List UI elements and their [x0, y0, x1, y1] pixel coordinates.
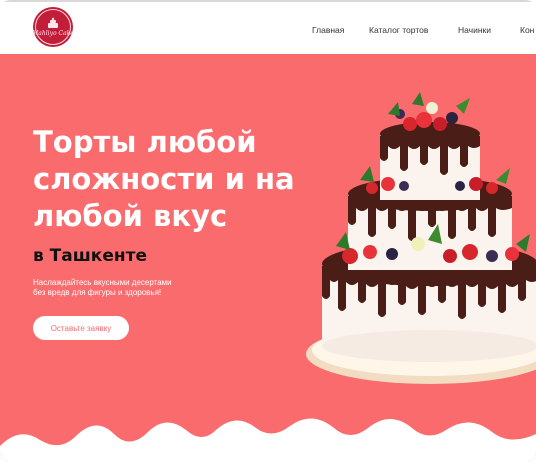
- hero-description-line: без вредв для фигуры и здоровья!: [33, 288, 162, 297]
- hero-description-line: Наслаждайтесь вкусными десертами: [33, 278, 172, 287]
- hero-subtitle: в Ташкенте: [33, 246, 147, 266]
- hero-title: Торты любой сложности и на любой вкус: [33, 124, 333, 235]
- wave-divider: [0, 418, 536, 462]
- site-header: Mahliyo Cake Главная Каталог тортов Начи…: [0, 0, 536, 54]
- nav-item-home[interactable]: Главная: [312, 25, 344, 35]
- request-button[interactable]: Оставьте заявку: [33, 316, 129, 340]
- hero-title-line: любой вкус: [33, 199, 228, 233]
- page-frame: Mahliyo Cake Главная Каталог тортов Начи…: [0, 0, 536, 462]
- hero-title-line: Торты любой: [33, 125, 257, 159]
- cake-image: [306, 92, 536, 384]
- browser-top-edge: [0, 0, 536, 2]
- hero-description: Наслаждайтесь вкусными десертами без вре…: [33, 278, 233, 298]
- nav-item-contacts[interactable]: Кон: [520, 25, 534, 35]
- nav-item-catalog[interactable]: Каталог тортов: [369, 25, 428, 35]
- main-nav: Главная Каталог тортов Начинки Кон: [0, 25, 536, 37]
- hero-title-line: сложности и на: [33, 162, 295, 196]
- nav-item-fillings[interactable]: Начинки: [458, 25, 491, 35]
- hero-section: Торты любой сложности и на любой вкус в …: [0, 54, 536, 462]
